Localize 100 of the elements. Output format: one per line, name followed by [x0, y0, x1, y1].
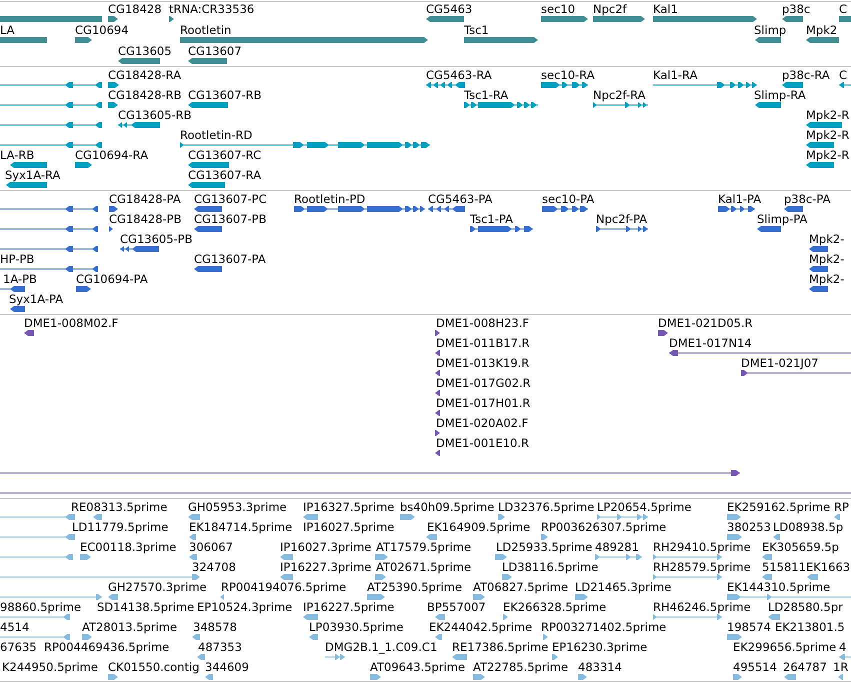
feature-label: Kal1-RA: [653, 68, 698, 82]
feature-label: RP: [834, 500, 849, 514]
feature-label: GH05953.3prime: [188, 500, 287, 514]
feature-label: CG10694-PA: [76, 272, 148, 286]
feature-label: CG13607-PC: [194, 192, 267, 206]
feature-label: LD28580.5pr: [768, 600, 843, 614]
feature-label: DME1-021D05.R: [658, 316, 753, 330]
feature-label: 4514: [0, 620, 30, 634]
feature-label: IP16027.5prime: [303, 520, 394, 534]
feature-label: EK244042.5prime: [429, 620, 532, 634]
feature-label: RH46246.5prime: [653, 600, 751, 614]
feature-label: LD38116.5prime: [502, 560, 598, 574]
feature-label: CG13607-RB: [188, 88, 262, 102]
feature-label: p38c-RA: [782, 68, 830, 82]
feature-label: 198574: [727, 620, 771, 634]
feature-label: CG18428-PA: [109, 192, 181, 206]
feature-label: AT06827.5prime: [473, 580, 568, 594]
feature-label: LA-RB: [0, 148, 34, 162]
feature-label: AT25390.5prime: [367, 580, 462, 594]
feature-label: EK305659.5p: [762, 540, 839, 554]
feature-label: EP16230.3prime: [552, 640, 648, 654]
feature-label: Rootletin-PD: [294, 192, 366, 206]
feature-label: EK213801.5: [775, 620, 845, 634]
feature-label: C: [839, 2, 848, 16]
feature-label: LP03930.5prime: [309, 620, 404, 634]
feature-label: Mpk2-: [809, 272, 844, 286]
feature-label: RP003271402.5prime: [541, 620, 666, 634]
feature-label: CG13607-PB: [194, 212, 266, 226]
feature-label: 306067: [189, 540, 233, 554]
feature-label: Slimp-RA: [754, 88, 806, 102]
feature-label: CG13607-RA: [188, 168, 262, 182]
feature-label: CG13607: [188, 44, 242, 58]
feature-label: CG5463-PA: [428, 192, 492, 206]
feature-label: RP003626307.5prime: [541, 520, 666, 534]
feature-label: EK299656.5prime: [733, 640, 836, 654]
feature-label: AT17579.5prime: [376, 540, 472, 554]
feature-label: sec10-PA: [542, 192, 594, 206]
feature-label: 489281: [595, 540, 639, 554]
feature-label: CG13605-RB: [118, 108, 192, 122]
feature-label: RE17386.5prime: [452, 640, 548, 654]
feature-label: Syx1A-RA: [5, 168, 60, 182]
feature-label: CG18428-RB: [108, 88, 182, 102]
feature-label: LD25933.5prime: [496, 540, 592, 554]
feature-label: EK144310.5prime: [727, 580, 830, 594]
feature-label: sec10-RA: [541, 68, 595, 82]
feature-label: IP16327.5prime: [303, 500, 394, 514]
feature-label: RH29410.5prime: [653, 540, 751, 554]
feature-label: Mpk2-R: [806, 128, 850, 142]
feature-label: IP16227.3prime: [280, 560, 372, 574]
feature-label: 380253: [727, 520, 771, 534]
feature-label: CG13605-PB: [120, 232, 192, 246]
feature-label: RP004194076.5prime: [221, 580, 346, 594]
feature-label: 1R: [833, 660, 848, 674]
feature-label: LA: [0, 23, 15, 37]
feature-label: Npc2f-PA: [596, 212, 648, 226]
feature-label: 483314: [578, 660, 622, 674]
feature-label: 515811: [762, 560, 806, 574]
feature-label: DME1-021J07: [741, 356, 818, 370]
feature-label: CK01550.contig: [108, 660, 200, 674]
feature-label: 1A-PB: [3, 272, 37, 286]
feature-label: DME1-013K19.R: [436, 356, 530, 370]
feature-label: LD08938.5p: [773, 520, 844, 534]
feature-label: 495514: [733, 660, 777, 674]
feature-label: Syx1A-PA: [9, 292, 64, 306]
feature-label: 348578: [193, 620, 237, 634]
feature-label: CG10694: [75, 23, 129, 37]
feature-label: SD14138.5prime: [97, 600, 194, 614]
feature-label: LD32376.5prime: [498, 500, 594, 514]
feature-label: CG18428-RA: [108, 68, 182, 82]
feature-label: LP20654.5prime: [597, 500, 692, 514]
feature-label: 487353: [198, 640, 242, 654]
feature-label: p38c-PA: [784, 192, 830, 206]
feature-label: DME1-011B17.R: [436, 336, 530, 350]
feature-label: 324708: [192, 560, 236, 574]
feature-label: EK164909.5prime: [427, 520, 530, 534]
feature-label: BP557007: [427, 600, 486, 614]
feature-label: Rootletin-RD: [180, 128, 252, 142]
feature-label: CG13605: [118, 44, 172, 58]
feature-label: Slimp-PA: [757, 212, 808, 226]
feature-label: C: [839, 68, 848, 82]
feature-label: DME1-020A02.F: [436, 416, 528, 430]
feature-label: Tsc1-RA: [464, 88, 508, 102]
feature-label: Mpk2-R: [806, 148, 850, 162]
feature-label: EP10524.3prime: [197, 600, 292, 614]
feature-label: HP-PB: [0, 252, 34, 266]
feature-label: CG5463: [426, 2, 472, 16]
feature-label: 4: [839, 640, 846, 654]
feature-label: 98860.5prime: [0, 600, 82, 614]
feature-label: CG13607-RC: [188, 148, 262, 162]
feature-label: DME1-017G02.R: [436, 376, 531, 390]
feature-label: EC00118.3prime: [80, 540, 176, 554]
feature-label: AT02671.5prime: [376, 560, 472, 574]
feature-label: Tsc1: [464, 23, 489, 37]
feature-label: AT22785.5prime: [473, 660, 568, 674]
feature-label: bs40h09.5prime: [400, 500, 494, 514]
feature-label: DMG2B.1_1.C09.C1: [325, 640, 438, 654]
feature-label: DME1-001E10.R: [436, 436, 530, 450]
feature-label: Slimp: [754, 23, 786, 37]
feature-label: IP16027.3prime: [280, 540, 372, 554]
feature-label: Tsc1-PA: [470, 212, 513, 226]
